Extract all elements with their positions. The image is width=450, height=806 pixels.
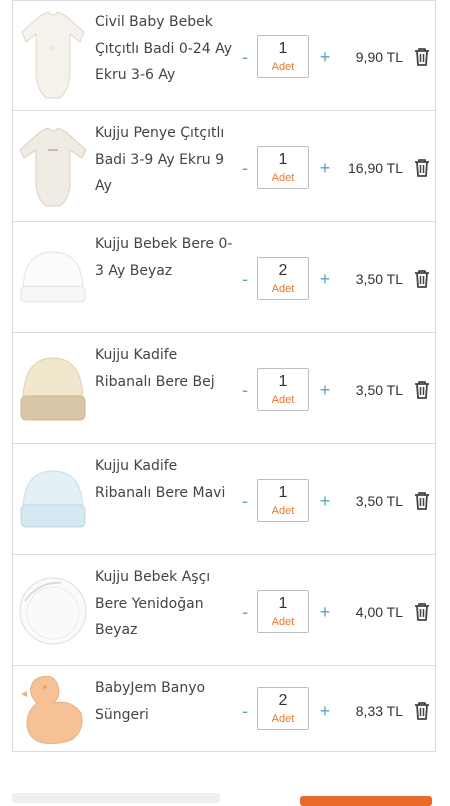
- quantity-field[interactable]: 1 Adet: [257, 590, 309, 633]
- quantity-unit: Adet: [271, 394, 295, 406]
- trash-icon[interactable]: [411, 490, 433, 512]
- quantity-unit: Adet: [271, 172, 295, 184]
- product-image[interactable]: [13, 445, 93, 555]
- quantity-value: 2: [278, 692, 288, 709]
- item-price: 3,50 TL: [355, 271, 403, 287]
- item-price: 8,33 TL: [355, 703, 403, 719]
- decrease-quantity-button[interactable]: -: [235, 602, 255, 623]
- duck-sponge-icon: [21, 675, 83, 744]
- product-image[interactable]: [13, 1, 93, 111]
- decrease-quantity-button[interactable]: -: [235, 701, 255, 722]
- coupon-input[interactable]: [12, 793, 220, 803]
- quantity-value: 1: [278, 484, 288, 501]
- quantity-value: 1: [278, 151, 288, 168]
- cart-item: Kujju Kadife Ribanalı Bere Mavi - 1 Adet…: [13, 445, 435, 555]
- item-price: 16,90 TL: [347, 160, 403, 176]
- item-price: 3,50 TL: [355, 382, 403, 398]
- quantity-unit: Adet: [271, 283, 295, 295]
- quantity-unit: Adet: [271, 616, 295, 628]
- bodysuit-icon: [19, 127, 87, 207]
- product-title[interactable]: Civil Baby Bebek Çıtçıtlı Badi 0-24 Ay E…: [95, 9, 233, 89]
- product-image[interactable]: [13, 223, 93, 333]
- product-title[interactable]: Kujju Kadife Ribanalı Bere Mavi: [95, 453, 233, 506]
- quantity-unit: Adet: [271, 713, 295, 725]
- cart-item: Kujju Penye Çıtçıtlı Badi 3-9 Ay Ekru 9 …: [13, 112, 435, 222]
- product-title[interactable]: Kujju Kadife Ribanalı Bere Bej: [95, 342, 233, 395]
- cart-item: Kujju Bebek Bere 0-3 Ay Beyaz - 2 Adet +…: [13, 223, 435, 333]
- trash-icon[interactable]: [411, 601, 433, 623]
- decrease-quantity-button[interactable]: -: [235, 380, 255, 401]
- bodysuit-icon: [21, 11, 85, 99]
- trash-icon[interactable]: [411, 268, 433, 290]
- cart-item: Kujju Bebek Aşçı Bere Yenidoğan Beyaz - …: [13, 556, 435, 666]
- decrease-quantity-button[interactable]: -: [235, 47, 255, 68]
- trash-icon[interactable]: [411, 46, 433, 68]
- bib-icon: [19, 577, 87, 645]
- item-price: 4,00 TL: [355, 604, 403, 620]
- quantity-field[interactable]: 1 Adet: [257, 479, 309, 522]
- quantity-value: 1: [278, 595, 288, 612]
- trash-icon[interactable]: [411, 379, 433, 401]
- quantity-field[interactable]: 1 Adet: [257, 146, 309, 189]
- hat-icon: [20, 251, 86, 303]
- quantity-field[interactable]: 1 Adet: [257, 368, 309, 411]
- product-image[interactable]: [13, 556, 93, 666]
- decrease-quantity-button[interactable]: -: [235, 491, 255, 512]
- product-title[interactable]: Kujju Bebek Bere 0-3 Ay Beyaz: [95, 231, 233, 284]
- trash-icon[interactable]: [411, 700, 433, 722]
- product-title[interactable]: Kujju Penye Çıtçıtlı Badi 3-9 Ay Ekru 9 …: [95, 120, 233, 200]
- product-title[interactable]: Kujju Bebek Aşçı Bere Yenidoğan Beyaz: [95, 564, 233, 644]
- decrease-quantity-button[interactable]: -: [235, 158, 255, 179]
- decrease-quantity-button[interactable]: -: [235, 269, 255, 290]
- quantity-value: 1: [278, 40, 288, 57]
- cart-list: Civil Baby Bebek Çıtçıtlı Badi 0-24 Ay E…: [12, 0, 436, 752]
- product-image[interactable]: [13, 334, 93, 444]
- product-image[interactable]: [13, 667, 93, 753]
- cart-item: Kujju Kadife Ribanalı Bere Bej - 1 Adet …: [13, 334, 435, 444]
- quantity-value: 2: [278, 262, 288, 279]
- product-image[interactable]: [13, 112, 93, 222]
- product-title[interactable]: BabyJem Banyo Süngeri: [95, 675, 233, 728]
- trash-icon[interactable]: [411, 157, 433, 179]
- quantity-field[interactable]: 2 Adet: [257, 687, 309, 730]
- quantity-value: 1: [278, 373, 288, 390]
- checkout-button[interactable]: [300, 796, 432, 806]
- hat-icon: [20, 470, 86, 528]
- hat-icon: [20, 357, 86, 421]
- item-price: 9,90 TL: [355, 49, 403, 65]
- cart-item: BabyJem Banyo Süngeri - 2 Adet + 8,33 TL: [13, 667, 435, 753]
- quantity-unit: Adet: [271, 505, 295, 517]
- quantity-field[interactable]: 1 Adet: [257, 35, 309, 78]
- quantity-field[interactable]: 2 Adet: [257, 257, 309, 300]
- item-price: 3,50 TL: [355, 493, 403, 509]
- cart-item: Civil Baby Bebek Çıtçıtlı Badi 0-24 Ay E…: [13, 1, 435, 111]
- quantity-unit: Adet: [271, 61, 295, 73]
